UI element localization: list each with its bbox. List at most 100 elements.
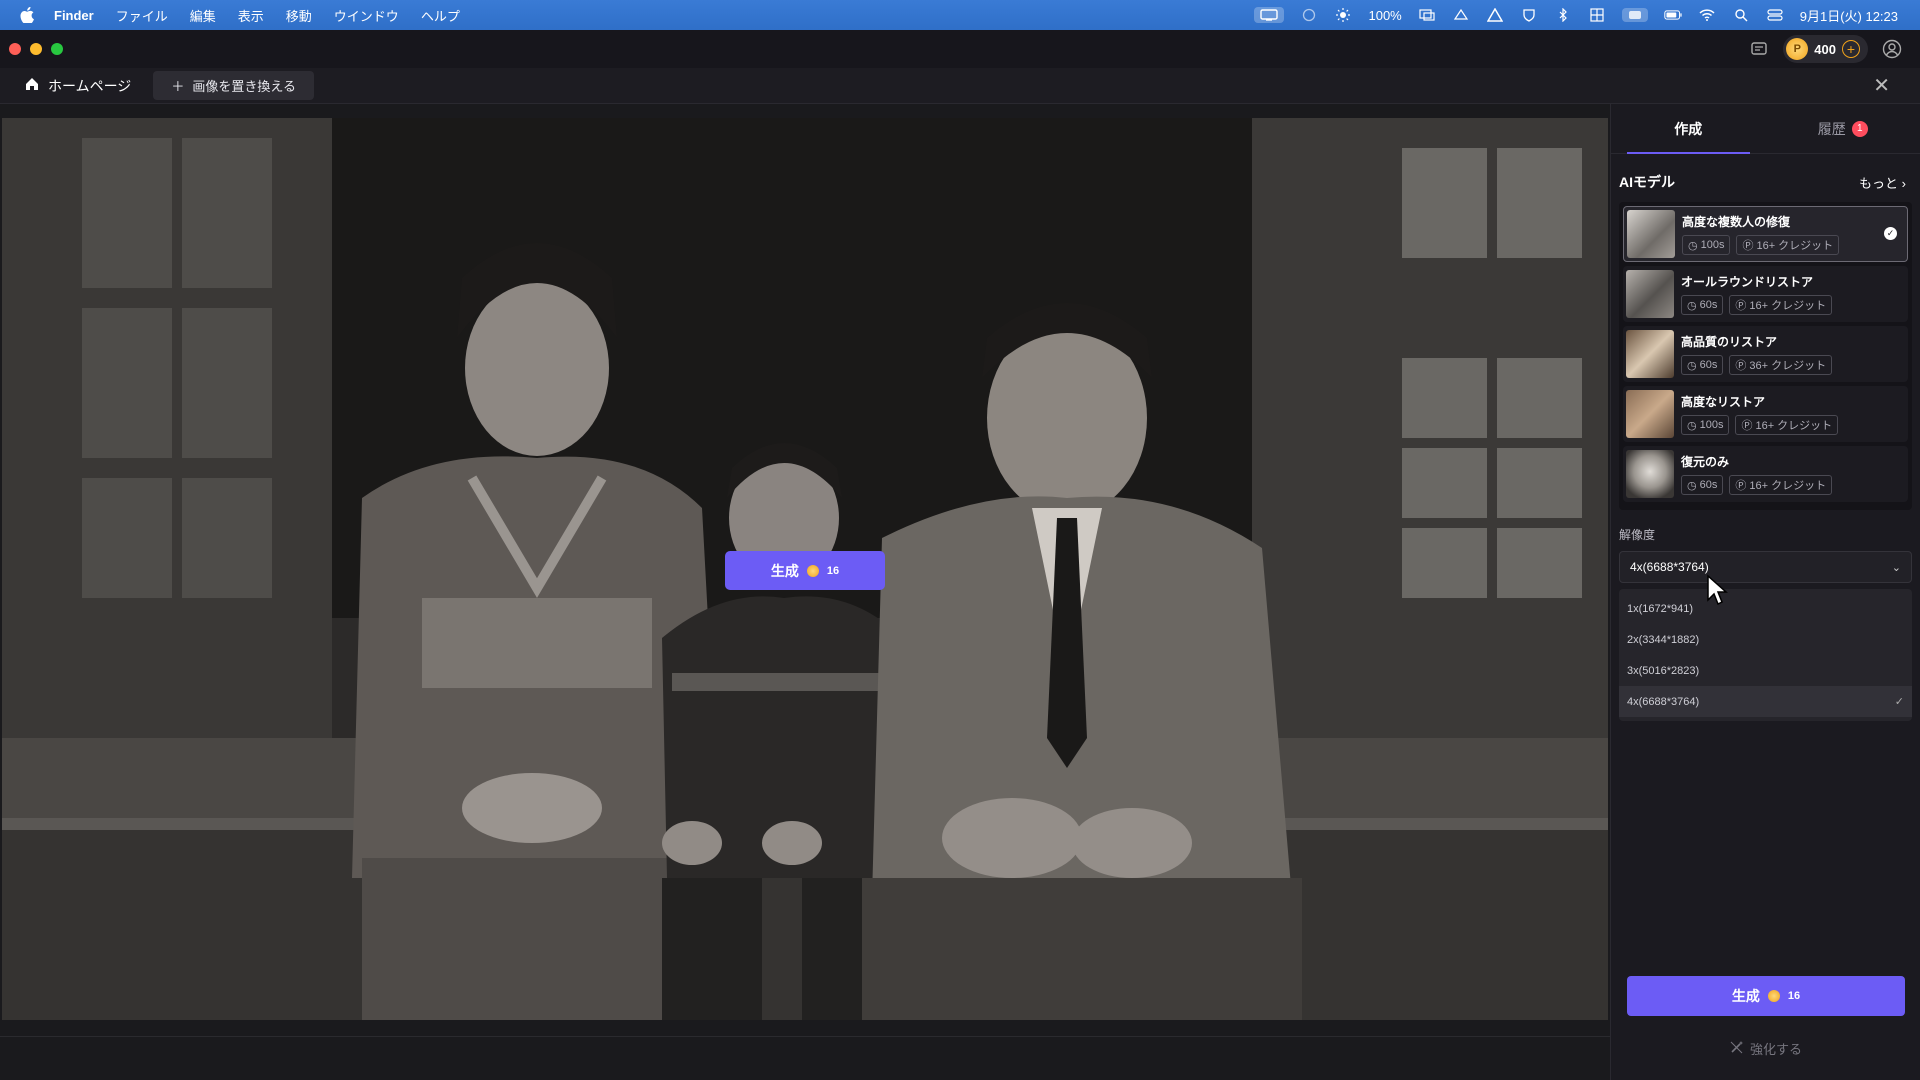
enhance-button[interactable]: 強化する (1611, 1039, 1920, 1058)
search-icon[interactable] (1732, 8, 1750, 22)
app-status-icon[interactable] (1621, 8, 1648, 22)
add-credits-icon[interactable]: + (1842, 40, 1860, 58)
resolution-label: 解像度 (1619, 528, 1656, 542)
canvas-footer (0, 1036, 1610, 1080)
more-label: もっと (1859, 175, 1899, 191)
plus-icon: ＋ (171, 79, 185, 94)
screen-mirroring-icon[interactable] (1254, 7, 1285, 23)
model-thumbnail (1626, 450, 1674, 498)
tab-history-label: 履歴 (1817, 120, 1846, 137)
menu-help[interactable]: ヘルプ (421, 6, 460, 25)
model-credit-tag: Ⓟ 16+ クレジット (1729, 295, 1833, 315)
generate-button-floating[interactable]: 生成 16 (725, 551, 885, 590)
battery-icon[interactable] (1664, 8, 1682, 22)
resolution-option[interactable]: 3x(5016*2823) (1619, 655, 1912, 686)
home-icon (24, 76, 40, 95)
close-window-button[interactable] (9, 43, 21, 55)
chevron-right-icon: › (1901, 175, 1906, 191)
coin-icon (1767, 990, 1780, 1002)
menu-edit[interactable]: 編集 (190, 6, 216, 25)
enhance-label: 強化する (1749, 1042, 1802, 1057)
model-item[interactable]: オールラウンドリストア ◷ 60s Ⓟ 16+ クレジット (1623, 266, 1908, 322)
triangle-icon[interactable] (1486, 8, 1504, 22)
model-name: 高度な複数人の修復 (1682, 215, 1791, 229)
model-name: 高度なリストア (1681, 395, 1766, 409)
message-icon[interactable] (1749, 39, 1769, 59)
resolution-value: 4x(6688*3764) (1630, 560, 1709, 574)
tab-create-label: 作成 (1674, 120, 1703, 137)
control-center-icon[interactable] (1766, 8, 1784, 22)
model-time-tag: ◷ 60s (1681, 355, 1724, 375)
traffic-lights (9, 43, 63, 55)
tab-create[interactable]: 作成 (1611, 104, 1766, 154)
close-icon[interactable]: ✕ (1873, 73, 1890, 98)
generate-cost: 16 (826, 564, 840, 577)
minimize-window-button[interactable] (30, 43, 42, 55)
shield-icon[interactable] (1520, 8, 1538, 22)
brightness-icon[interactable] (1334, 8, 1352, 22)
resolution-option[interactable]: 4x(6688*3764) ✓ (1619, 686, 1912, 717)
clock-icon: ◷ (1688, 239, 1698, 252)
chevron-down-icon: ⌄ (1891, 561, 1901, 574)
bluetooth-icon[interactable] (1554, 8, 1572, 22)
checkmark-icon: ✓ (1894, 696, 1904, 708)
wifi-icon[interactable] (1698, 8, 1716, 22)
history-badge: 1 (1851, 120, 1868, 137)
menu-go[interactable]: 移動 (286, 6, 312, 25)
generate-button[interactable]: 生成 16 (1627, 976, 1905, 1016)
generate-label: 生成 (770, 562, 799, 579)
user-avatar-icon[interactable] (1882, 39, 1902, 59)
coin-icon (806, 564, 819, 577)
grid-icon[interactable] (1588, 8, 1606, 22)
replace-image-label: 画像を置き換える (192, 79, 296, 94)
credit-icon: Ⓟ (1735, 480, 1747, 492)
model-item[interactable]: 復元のみ ◷ 60s Ⓟ 16+ クレジット (1623, 446, 1908, 502)
display-icon[interactable] (1418, 8, 1436, 22)
model-item[interactable]: 高度なリストア ◷ 100s Ⓟ 16+ クレジット (1623, 386, 1908, 442)
replace-image-button[interactable]: ＋ 画像を置き換える (153, 71, 314, 100)
model-item[interactable]: 高品質のリストア ◷ 60s Ⓟ 36+ クレジット (1623, 326, 1908, 382)
resolution-select[interactable]: 4x(6688*3764) ⌄ (1619, 551, 1912, 583)
model-thumbnail (1627, 210, 1675, 258)
model-credit-tag: Ⓟ 16+ クレジット (1729, 475, 1833, 495)
tab-history[interactable]: 履歴 1 (1766, 104, 1920, 153)
model-time-tag: ◷ 60s (1681, 295, 1724, 315)
model-credit-tag: Ⓟ 16+ クレジット (1736, 235, 1840, 255)
generate-cost: 16 (1787, 990, 1801, 1002)
menu-view[interactable]: 表示 (238, 6, 264, 25)
credit-balance[interactable]: P 400 + (1783, 35, 1868, 63)
model-thumbnail (1626, 270, 1674, 318)
zoom-window-button[interactable] (51, 43, 63, 55)
clock-icon: ◷ (1687, 359, 1697, 372)
panel-tabs: 作成 履歴 1 (1611, 104, 1920, 154)
menu-file[interactable]: ファイル (116, 6, 168, 25)
mouse-cursor-icon (1707, 574, 1728, 606)
resolution-option[interactable]: 2x(3344*1882) (1619, 624, 1912, 655)
clock-icon: ◷ (1687, 419, 1697, 432)
clock-icon: ◷ (1687, 299, 1697, 312)
drive-icon[interactable] (1452, 8, 1470, 22)
clock[interactable]: 9月1日(火) 12:23 (1800, 6, 1898, 25)
resolution-option[interactable]: 1x(1672*941) (1619, 593, 1912, 624)
model-time-tag: ◷ 100s (1681, 415, 1730, 435)
vpn-icon[interactable] (1300, 8, 1318, 22)
more-link[interactable]: もっと › (1859, 173, 1906, 192)
apple-icon[interactable] (20, 7, 40, 23)
credit-icon: Ⓟ (1735, 300, 1747, 312)
image-canvas: 生成 16 (0, 104, 1610, 1080)
model-item[interactable]: 高度な複数人の修復 ◷ 100s Ⓟ 16+ クレジット ✓ (1623, 206, 1908, 262)
model-credit-tag: Ⓟ 36+ クレジット (1729, 355, 1833, 375)
macos-menubar: Finder ファイル 編集 表示 移動 ウインドウ ヘルプ 100% 9月1日… (0, 0, 1920, 30)
model-time-tag: ◷ 60s (1681, 475, 1724, 495)
menu-window[interactable]: ウインドウ (334, 6, 399, 25)
home-label: ホームページ (48, 77, 132, 94)
model-name: 復元のみ (1681, 455, 1730, 469)
menu-app-name[interactable]: Finder (54, 8, 94, 23)
model-time-tag: ◷ 100s (1682, 235, 1731, 255)
home-button[interactable]: ホームページ (24, 76, 131, 96)
credit-count: 400 (1814, 41, 1836, 57)
coin-icon: P (1786, 38, 1809, 60)
model-thumbnail (1626, 390, 1674, 438)
clock-icon: ◷ (1687, 479, 1697, 492)
brightness-value: 100% (1368, 7, 1402, 23)
